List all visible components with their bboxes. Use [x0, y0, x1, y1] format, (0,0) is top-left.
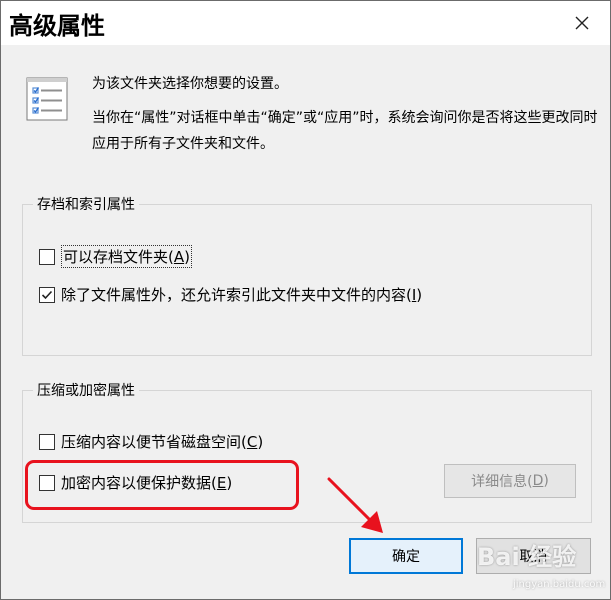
description-line-1: 为该文件夹选择你想要的设置。 [92, 76, 288, 92]
archive-index-group-title: 存档和索引属性 [33, 194, 139, 214]
close-button[interactable] [568, 9, 596, 37]
archive-folder-label: 可以存档文件夹(A) [61, 245, 192, 268]
index-content-label: 除了文件属性外，还允许索引此文件夹中文件的内容(I) [61, 286, 423, 304]
title-bar[interactable]: 高级属性 [1, 1, 610, 45]
cancel-button[interactable]: 取消 [476, 538, 591, 574]
checkmark-icon [41, 290, 53, 299]
baidu-watermark-url: jingyan.baidu.com [513, 579, 606, 590]
archive-folder-checkbox[interactable] [39, 248, 55, 265]
encrypt-checkbox[interactable] [39, 474, 55, 491]
description-line-2: 当你在“属性”对话框中单击“确定”或“应用”时，系统会询问你是否将这些更改同时应… [92, 110, 598, 152]
ok-button[interactable]: 确定 [349, 538, 463, 574]
archive-folder-checkbox-row[interactable]: 可以存档文件夹(A) [39, 245, 192, 268]
archive-index-group: 存档和索引属性 [22, 194, 592, 356]
compress-checkbox[interactable] [39, 433, 55, 450]
compress-label: 压缩内容以便节省磁盘空间(C) [61, 433, 264, 451]
compress-checkbox-row[interactable]: 压缩内容以便节省磁盘空间(C) [39, 431, 263, 452]
index-content-checkbox-row[interactable]: 除了文件属性外，还允许索引此文件夹中文件的内容(I) [39, 284, 422, 305]
compress-encrypt-group-title: 压缩或加密属性 [33, 380, 139, 400]
index-content-checkbox[interactable] [39, 286, 55, 303]
compress-encrypt-group: 压缩或加密属性 [22, 380, 592, 523]
dialog-title: 高级属性 [9, 12, 105, 40]
encrypt-checkbox-row[interactable]: 加密内容以便保护数据(E) [39, 472, 232, 493]
properties-list-icon [23, 75, 71, 127]
details-button[interactable]: 详细信息(D) [444, 464, 576, 498]
encrypt-label: 加密内容以便保护数据(E) [61, 474, 233, 492]
close-icon [575, 16, 589, 30]
advanced-attributes-dialog: 高级属性 为该文件夹选择你想要的设置。 当你在“属性”对话框中单击“确定”或“应… [0, 0, 611, 600]
